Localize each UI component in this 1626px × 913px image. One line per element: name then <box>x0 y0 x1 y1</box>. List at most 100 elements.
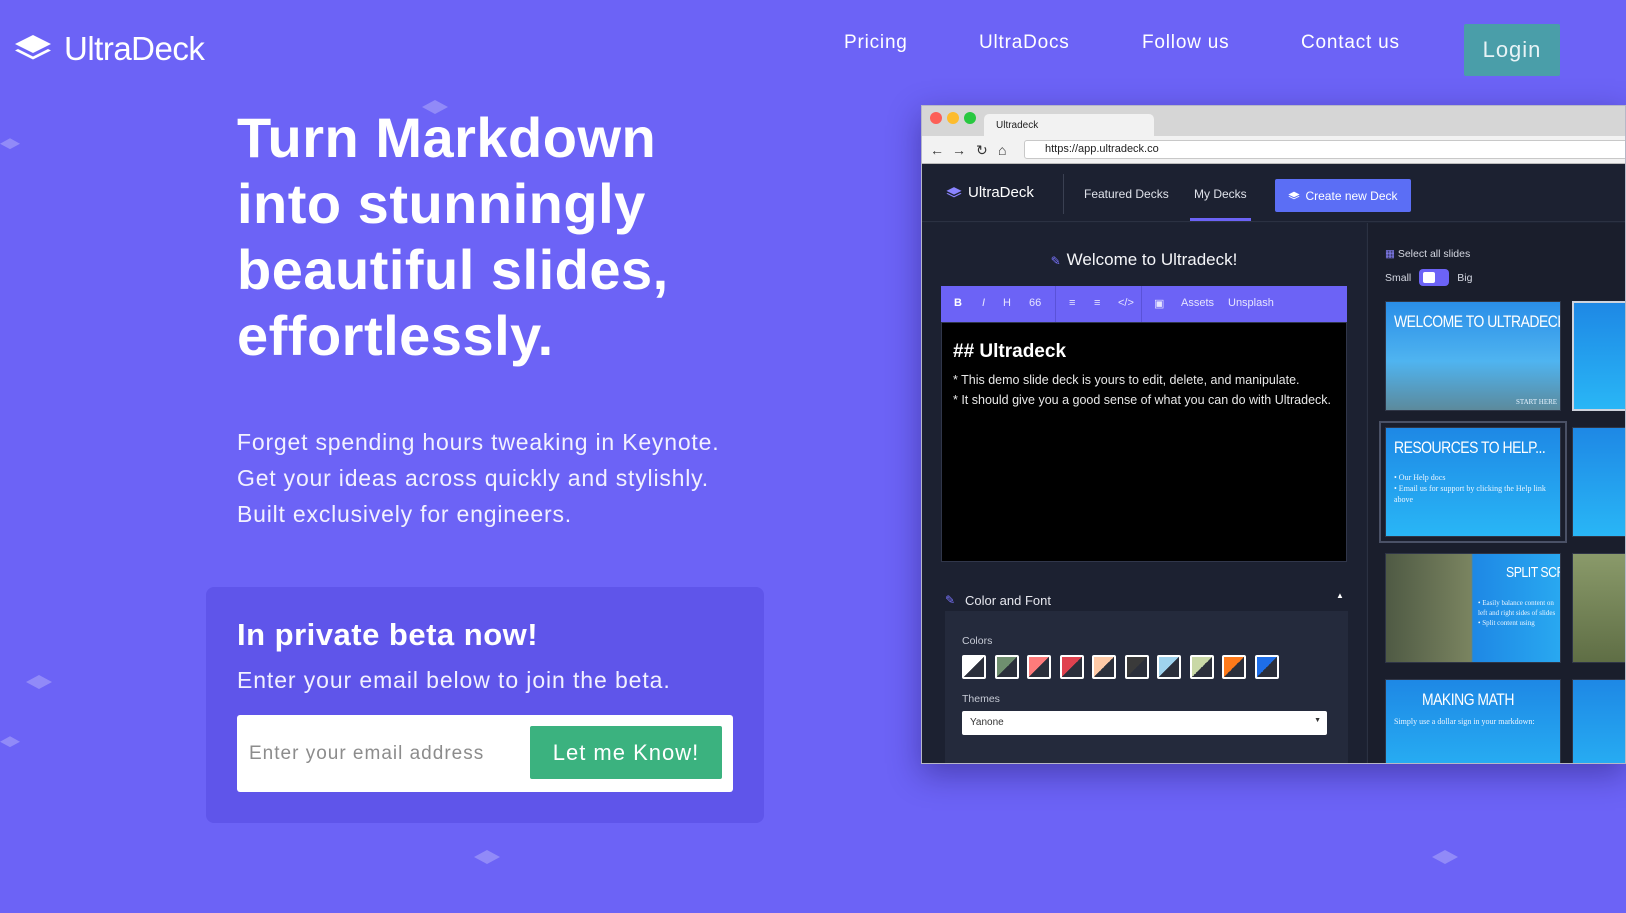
slide-body: Simply use a dollar sign in your markdow… <box>1394 717 1535 726</box>
layers-logo-icon <box>1288 191 1301 199</box>
size-big-label: Big <box>1457 271 1473 284</box>
address-bar: https://app.ultradeck.co <box>1024 140 1625 159</box>
slides-pane: ▦ Select all slides Small Big WELCOME TO… <box>1367 223 1625 763</box>
select-all-slides: ▦ Select all slides <box>1385 248 1470 260</box>
divider <box>1063 174 1064 214</box>
headline-line: Turn Markdown <box>237 106 657 169</box>
let-me-know-button[interactable]: Let me Know! <box>530 726 722 779</box>
grid-icon: ▦ <box>1385 248 1395 260</box>
hero-headline: Turn Markdown into stunningly beautiful … <box>237 105 697 369</box>
nav-link-pricing[interactable]: Pricing <box>844 32 908 54</box>
headline-line: into stunningly <box>237 172 646 235</box>
headline-line: beautiful slides, <box>237 238 669 301</box>
code-icon: </> <box>1118 297 1134 309</box>
forward-arrow-icon: → <box>952 142 966 158</box>
color-font-title: Color and Font <box>965 593 1051 608</box>
markdown-line: * It should give you a good sense of wha… <box>953 392 1332 407</box>
my-decks-link: My Decks <box>1194 187 1247 201</box>
unordered-list-icon: ≡ <box>1069 297 1076 309</box>
slide-title: SPLIT SCREENS <box>1506 564 1560 581</box>
close-dot <box>930 112 942 124</box>
nav-link-ultradocs[interactable]: UltraDocs <box>979 32 1070 54</box>
color-swatch <box>1189 655 1214 679</box>
home-icon: ⌂ <box>998 142 1007 158</box>
maximize-dot <box>964 112 976 124</box>
active-tab-underline <box>1190 218 1251 221</box>
divider <box>1141 286 1142 322</box>
color-swatch <box>994 655 1019 679</box>
email-input[interactable] <box>239 717 519 790</box>
slide-body: • Easily balance content on left and rig… <box>1478 599 1556 627</box>
nav-link-contact-us[interactable]: Contact us <box>1301 32 1400 54</box>
decorative-layers-icon <box>0 138 20 150</box>
browser-toolbar: ← → ↻ ⌂ https://app.ultradeck.co <box>922 136 1625 164</box>
image-icon: ▣ <box>1154 298 1165 310</box>
theme-select-value: Yanone <box>970 717 1004 728</box>
back-arrow-icon: ← <box>930 142 944 158</box>
unsplash-link: Unsplash <box>1228 297 1274 309</box>
heading-icon: H <box>1003 297 1011 309</box>
ordered-list-icon: ≡ <box>1094 297 1101 309</box>
colors-label: Colors <box>962 635 993 647</box>
color-swatch <box>1124 655 1149 679</box>
color-swatch <box>1027 655 1051 679</box>
decorative-layers-icon <box>474 850 500 864</box>
collapse-icon: ▲ <box>1336 591 1344 600</box>
brand-name: UltraDeck <box>64 30 205 67</box>
slide-title: RESOURCES TO HELP... <box>1394 438 1546 457</box>
app-logo: UltraDeck <box>946 184 1034 201</box>
featured-decks-link: Featured Decks <box>1084 187 1169 201</box>
create-new-deck-label: Create new Deck <box>1305 188 1398 203</box>
app-brand-name: UltraDeck <box>968 184 1034 201</box>
signup-form: Let me Know! <box>237 715 733 792</box>
quote-icon: 66 <box>1029 297 1042 309</box>
minimize-dot <box>947 112 959 124</box>
beta-signup-panel: In private beta now! Enter your email be… <box>206 587 764 823</box>
login-button[interactable]: Login <box>1464 24 1560 76</box>
color-swatch <box>1092 655 1116 679</box>
decorative-layers-icon <box>1432 850 1458 864</box>
headline-line: effortlessly. <box>237 304 554 367</box>
create-new-deck-button: Create new Deck <box>1275 179 1411 212</box>
beta-title: In private beta now! <box>237 617 539 652</box>
layers-logo-icon <box>15 35 51 60</box>
slide-title: MAKING MATH <box>1422 690 1514 709</box>
app-navbar: UltraDeck Featured Decks My Decks Create… <box>922 164 1625 222</box>
slide-thumbnail-partial <box>1572 553 1625 663</box>
size-small-label: Small <box>1385 271 1412 284</box>
color-swatch <box>1059 655 1084 679</box>
browser-titlebar: Ultradeck <box>922 106 1625 136</box>
markdown-heading: ## Ultradeck <box>953 341 1067 362</box>
beta-subtitle: Enter your email below to join the beta. <box>237 667 671 693</box>
deck-title: ✎ Welcome to Ultradeck! <box>922 250 1366 270</box>
themes-label: Themes <box>962 693 1000 705</box>
slide-title: WELCOME TO ULTRADECK! <box>1394 312 1561 331</box>
pencil-icon: ✎ <box>1050 254 1061 268</box>
italic-icon: I <box>982 297 986 309</box>
reload-icon: ↻ <box>976 142 988 158</box>
color-swatch <box>1222 655 1246 679</box>
decorative-layers-icon <box>0 736 20 748</box>
deck-title-text: Welcome to Ultradeck! <box>1066 250 1238 269</box>
slide-thumbnail-partial <box>1572 301 1625 411</box>
markdown-line: * This demo slide deck is yours to edit,… <box>953 373 1300 387</box>
editor-pane: ✎ Welcome to Ultradeck! B I H 66 ≡ ≡ </> … <box>922 223 1366 763</box>
assets-link: Assets <box>1181 297 1215 309</box>
slide-size-toggle: Small Big <box>1385 269 1472 286</box>
slide-body: • Our Help docs • Email us for support b… <box>1394 473 1546 504</box>
hero-subtext: Forget spending hours tweaking in Keynot… <box>237 429 720 527</box>
color-font-panel: Colors Themes Yanone ▼ <box>945 611 1348 763</box>
brand-logo[interactable]: UltraDeck <box>14 30 205 68</box>
slide-thumbnail-partial <box>1572 679 1625 763</box>
theme-select: Yanone ▼ <box>962 711 1327 735</box>
size-toggle <box>1419 269 1450 286</box>
color-swatch <box>1254 655 1279 679</box>
app-screenshot: Ultradeck ← → ↻ ⌂ https://app.ultradeck.… <box>921 105 1626 764</box>
layers-logo-icon <box>946 186 962 197</box>
nav-link-follow-us[interactable]: Follow us <box>1142 32 1229 54</box>
slide-body: START HERE <box>1516 398 1558 406</box>
slide-thumbnail: MAKING MATH Simply use a dollar sign in … <box>1385 679 1561 763</box>
bold-icon: B <box>954 297 962 309</box>
color-swatch <box>1157 655 1181 679</box>
slide-thumbnail: WELCOME TO ULTRADECK! START HERE <box>1385 301 1561 411</box>
